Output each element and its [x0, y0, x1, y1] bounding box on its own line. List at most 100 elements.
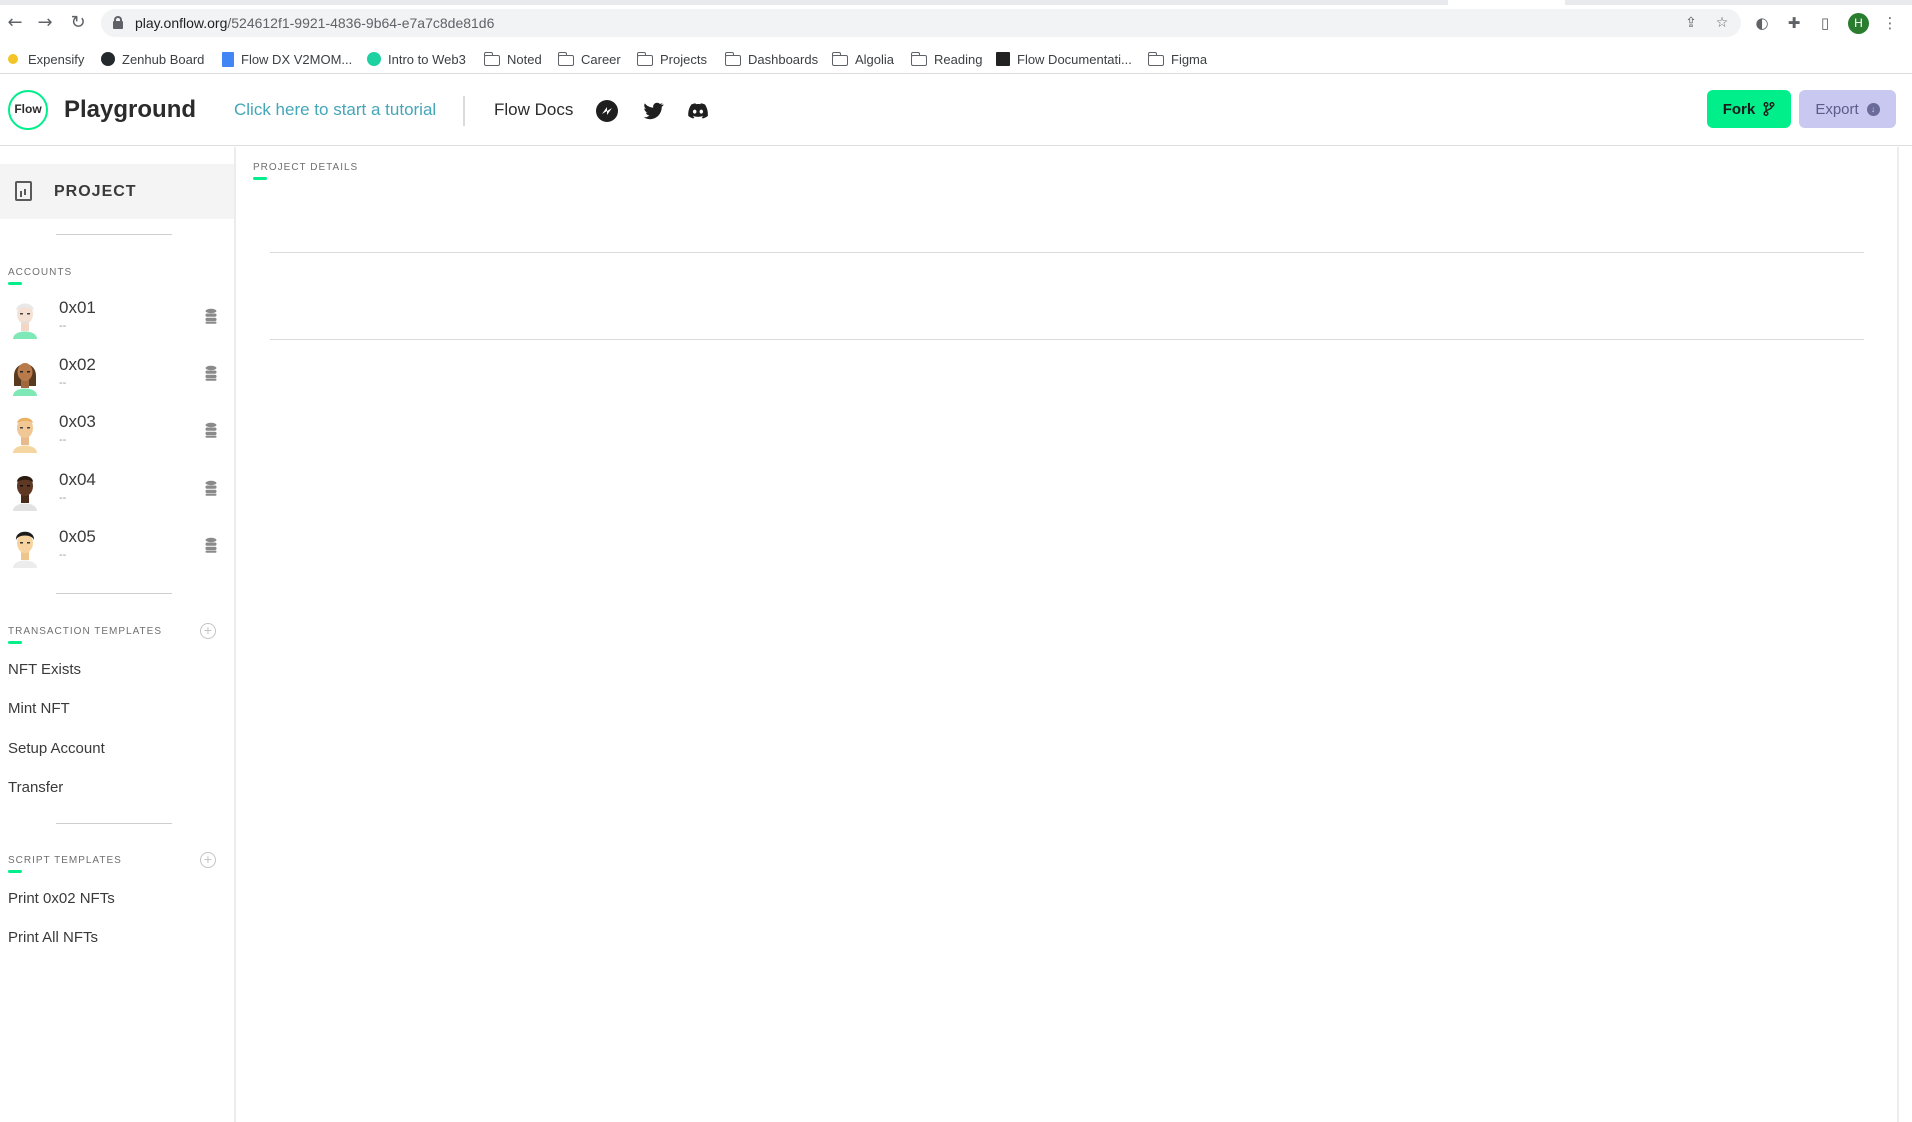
bookmark-folder[interactable]: Noted: [483, 50, 542, 68]
bookmark-item[interactable]: Flow DX V2MOM...: [222, 50, 352, 68]
bookmark-item[interactable]: Intro to Web3: [367, 50, 466, 68]
account-address: 0x02: [59, 355, 96, 374]
storage-icon[interactable]: [205, 422, 217, 438]
account-item-0x04[interactable]: 0x04 --: [0, 463, 234, 519]
tab-strip: [0, 0, 1912, 5]
twitter-icon[interactable]: [641, 99, 665, 123]
discord-icon[interactable]: [686, 99, 710, 123]
project-title-field[interactable]: [270, 252, 1864, 253]
flow-forum-icon[interactable]: [595, 99, 619, 123]
sidebar-divider: [56, 823, 172, 824]
flow-docs-icon: [996, 52, 1010, 66]
account-address: 0x01: [59, 298, 96, 317]
folder-icon: [557, 51, 574, 66]
export-button[interactable]: Export ↓: [1799, 90, 1896, 128]
account-avatar: [13, 531, 37, 568]
lock-icon: [113, 16, 123, 29]
script-templates-title: SCRIPT TEMPLATES: [8, 855, 122, 873]
project-description-field[interactable]: [270, 339, 1864, 340]
account-avatar: [13, 476, 37, 511]
git-fork-icon: [1763, 102, 1775, 116]
back-icon[interactable]: ←: [4, 12, 26, 34]
fork-button[interactable]: Fork: [1707, 90, 1791, 128]
bookmark-star-icon[interactable]: ☆: [1714, 15, 1730, 31]
bookmark-folder[interactable]: Reading: [910, 50, 982, 68]
project-details-panel: PROJECT DETAILS: [237, 147, 1897, 1122]
account-subtitle: --: [59, 549, 67, 561]
share-icon[interactable]: ⇪: [1683, 15, 1699, 31]
storage-icon[interactable]: [205, 365, 217, 381]
menu-kebab-icon[interactable]: ⋮: [1880, 13, 1900, 33]
bookmark-folder[interactable]: Career: [557, 50, 621, 68]
side-panel-icon[interactable]: ▯: [1815, 13, 1835, 33]
bookmark-item[interactable]: Expensify: [8, 50, 84, 68]
account-subtitle: --: [59, 492, 67, 504]
script-template-item[interactable]: Print All NFTs: [8, 929, 98, 946]
browser-toolbar: ← → ↻ play.onflow.org/524612f1-9921-4836…: [0, 0, 1912, 44]
storage-icon[interactable]: [205, 480, 217, 496]
address-bar[interactable]: play.onflow.org/524612f1-9921-4836-9b64-…: [101, 9, 1741, 37]
flow-docs-link[interactable]: Flow Docs: [494, 100, 573, 120]
bookmark-folder[interactable]: Dashboards: [724, 50, 818, 68]
folder-icon: [910, 51, 927, 66]
export-label: Export: [1815, 100, 1859, 118]
project-details-title: PROJECT DETAILS: [253, 162, 359, 180]
sidebar-divider: [56, 593, 172, 594]
export-arrow-icon: ↓: [1866, 102, 1880, 116]
storage-icon[interactable]: [205, 308, 217, 324]
profile-avatar[interactable]: H: [1848, 13, 1869, 34]
bookmark-item[interactable]: Zenhub Board: [101, 50, 204, 68]
transaction-template-item[interactable]: Setup Account: [8, 740, 105, 757]
extension-icon[interactable]: ◐: [1752, 13, 1772, 33]
bookmarks-bar: Expensify Zenhub Board Flow DX V2MOM... …: [0, 44, 1912, 74]
folder-icon: [831, 51, 848, 66]
transaction-template-item[interactable]: NFT Exists: [8, 661, 81, 678]
folder-icon: [724, 51, 741, 66]
account-address: 0x03: [59, 412, 96, 431]
github-icon: [101, 52, 115, 66]
account-item-0x02[interactable]: 0x02 --: [0, 348, 234, 404]
tutorial-link[interactable]: Click here to start a tutorial: [234, 100, 436, 120]
script-template-item[interactable]: Print 0x02 NFTs: [8, 890, 115, 907]
transaction-templates-title: TRANSACTION TEMPLATES: [8, 626, 162, 644]
project-label: PROJECT: [54, 183, 137, 200]
header-separator: [463, 96, 465, 126]
account-avatar: [13, 363, 37, 396]
url-text[interactable]: play.onflow.org/524612f1-9921-4836-9b64-…: [135, 15, 494, 31]
folder-icon: [636, 51, 653, 66]
account-item-0x05[interactable]: 0x05 --: [0, 520, 234, 576]
accounts-title: ACCOUNTS: [8, 267, 73, 285]
google-docs-icon: [222, 51, 234, 67]
account-avatar: [13, 303, 37, 339]
transaction-template-item[interactable]: Mint NFT: [8, 700, 70, 717]
folder-icon: [1147, 51, 1164, 66]
account-subtitle: --: [59, 320, 67, 332]
web3-icon: [367, 52, 381, 66]
storage-icon[interactable]: [205, 537, 217, 553]
add-script-template-button[interactable]: +: [200, 852, 216, 868]
bookmark-folder[interactable]: Algolia: [831, 50, 894, 68]
transaction-template-item[interactable]: Transfer: [8, 779, 63, 796]
flow-logo[interactable]: Flow: [8, 90, 48, 130]
fork-label: Fork: [1722, 100, 1756, 118]
forward-icon[interactable]: →: [34, 12, 56, 34]
add-transaction-template-button[interactable]: +: [200, 623, 216, 639]
account-subtitle: --: [59, 434, 67, 446]
app-header: Flow Playground Click here to start a tu…: [0, 74, 1912, 146]
sidebar-divider: [56, 234, 172, 235]
bookmark-item[interactable]: Flow Documentati...: [996, 50, 1132, 68]
account-item-0x01[interactable]: 0x01 --: [0, 291, 234, 347]
reload-icon[interactable]: ↻: [67, 12, 89, 34]
right-panel-edge: [1897, 147, 1912, 1122]
app-title: Playground: [64, 96, 197, 123]
sidebar: PROJECT ACCOUNTS 0x01 -- 0x02 -- 0x03 --…: [0, 147, 236, 1122]
account-address: 0x04: [59, 470, 96, 489]
project-document-icon: [15, 181, 32, 201]
puzzle-icon[interactable]: ✚: [1784, 13, 1804, 33]
bookmark-folder[interactable]: Figma: [1147, 50, 1207, 68]
account-item-0x03[interactable]: 0x03 --: [0, 405, 234, 461]
expensify-icon: [8, 54, 18, 64]
account-subtitle: --: [59, 377, 67, 389]
project-tab[interactable]: PROJECT: [0, 164, 234, 219]
bookmark-folder[interactable]: Projects: [636, 50, 707, 68]
